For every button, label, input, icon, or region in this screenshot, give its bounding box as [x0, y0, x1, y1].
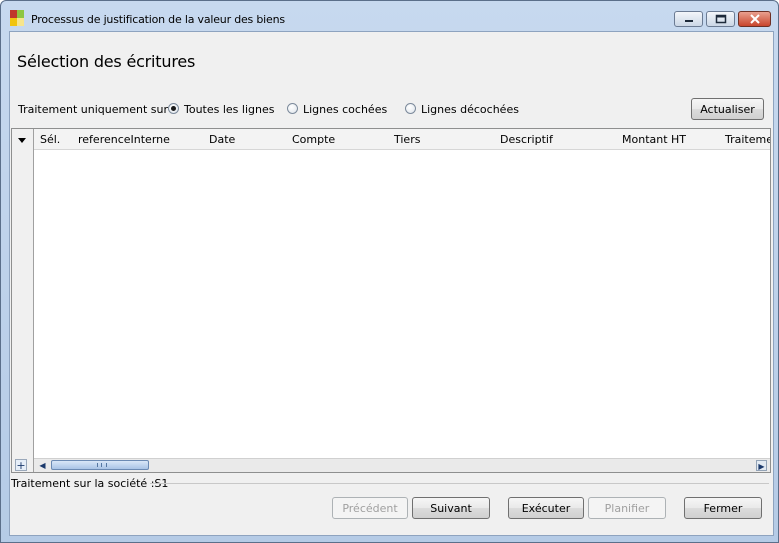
app-window: Processus de justification de la valeur …	[0, 0, 779, 543]
column-header-traitement[interactable]: Traitemen	[725, 133, 770, 146]
radio-label: Lignes cochées	[303, 103, 388, 116]
horizontal-scrollbar[interactable]: ◀ ▶	[34, 458, 770, 472]
grid-header: Sél. referenceInterne Date Compte Tiers …	[34, 129, 770, 150]
title-bar[interactable]: Processus de justification de la valeur …	[1, 1, 778, 31]
scroll-right-icon[interactable]: ▶	[756, 460, 767, 471]
close-icon	[739, 12, 770, 26]
radio-checked-icon	[168, 103, 179, 114]
radio-lignes-decochees[interactable]: Lignes décochées	[405, 103, 519, 116]
refresh-button-label: Actualiser	[700, 102, 755, 116]
maximize-icon	[707, 12, 734, 26]
column-header-descriptif[interactable]: Descriptif	[500, 133, 553, 146]
column-header-reference-interne[interactable]: referenceInterne	[78, 133, 170, 146]
radio-toutes-les-lignes[interactable]: Toutes les lignes	[168, 103, 274, 116]
execute-button-label: Exécuter	[521, 501, 571, 515]
previous-button[interactable]: Précédent	[332, 497, 408, 519]
refresh-button[interactable]: Actualiser	[691, 98, 764, 120]
close-button[interactable]	[738, 11, 771, 27]
schedule-button-label: Planifier	[604, 501, 650, 515]
maximize-button[interactable]	[706, 11, 735, 27]
execute-button[interactable]: Exécuter	[508, 497, 584, 519]
close-dialog-button-label: Fermer	[703, 501, 743, 515]
filter-label: Traitement uniquement sur :	[18, 103, 176, 116]
column-header-sel[interactable]: Sél.	[40, 133, 60, 146]
window-title: Processus de justification de la valeur …	[31, 13, 285, 26]
minimize-button[interactable]	[674, 11, 703, 27]
status-text: Traitement sur la société :S1	[11, 477, 169, 490]
scroll-left-icon[interactable]: ◀	[37, 460, 48, 471]
scrollbar-thumb[interactable]	[51, 460, 149, 470]
grip-icon	[97, 463, 107, 467]
menu-arrow-icon[interactable]	[18, 138, 26, 143]
previous-button-label: Précédent	[342, 501, 398, 515]
next-button-label: Suivant	[430, 501, 472, 515]
column-header-tiers[interactable]: Tiers	[394, 133, 420, 146]
column-header-montant-ht[interactable]: Montant HT	[622, 133, 686, 146]
next-button[interactable]: Suivant	[412, 497, 490, 519]
schedule-button[interactable]: Planifier	[588, 497, 666, 519]
status-divider	[150, 483, 769, 484]
radio-label: Toutes les lignes	[184, 103, 275, 116]
radio-lignes-cochees[interactable]: Lignes cochées	[287, 103, 387, 116]
row-selector-column	[12, 129, 34, 472]
column-header-date[interactable]: Date	[209, 133, 235, 146]
app-icon	[10, 10, 26, 26]
column-header-compte[interactable]: Compte	[292, 133, 335, 146]
add-row-icon[interactable]: +	[15, 459, 27, 472]
data-grid[interactable]: Sél. referenceInterne Date Compte Tiers …	[11, 128, 771, 473]
radio-unchecked-icon	[405, 103, 416, 114]
radio-label: Lignes décochées	[421, 103, 519, 116]
dialog-body: Sélection des écritures Traitement uniqu…	[9, 31, 774, 536]
status-bar: Traitement sur la société :S1	[10, 473, 771, 491]
page-title: Sélection des écritures	[17, 52, 196, 71]
close-dialog-button[interactable]: Fermer	[684, 497, 762, 519]
minimize-icon	[675, 12, 702, 26]
radio-unchecked-icon	[287, 103, 298, 114]
